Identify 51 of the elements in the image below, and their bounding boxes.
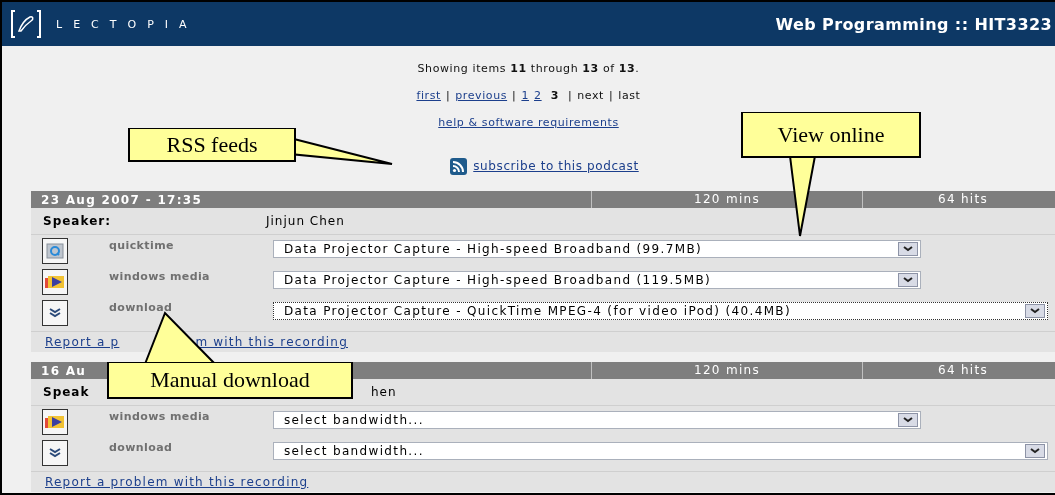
page-label: last [618,89,641,104]
recording-date: 23 Aug 2007 - 17:35 [41,192,203,207]
format-button[interactable] [42,300,68,326]
page-link[interactable]: first [416,89,441,116]
quicktime-icon [46,243,64,259]
page-link[interactable]: previous [455,89,508,116]
hits-cell: 64 hits [862,191,1055,208]
separator: | [567,89,573,104]
duration-cell: 120 mins [591,362,862,379]
format-label: download [109,440,174,454]
page-label: next [577,89,604,104]
speaker-name: hen [371,385,397,399]
report-problem-link[interactable]: m with this recording [195,335,348,349]
media-player-icon [44,274,66,290]
rss-icon [450,157,468,175]
format-button[interactable] [42,269,68,295]
speaker-label: Speak [42,385,91,399]
speaker-label: Speaker: [42,214,112,228]
items-summary: Showing items 11 through 13 of 13. [417,62,640,77]
help-link[interactable]: help & software requirements [438,116,619,154]
page-link[interactable]: 1 [521,89,529,116]
hits-cell: 64 hits [862,362,1055,379]
media-player-icon [44,414,66,430]
format-dropdown[interactable]: Data Projector Capture - QuickTime MPEG-4 (for video iPod) (40.4MB) [273,302,1048,320]
format-button[interactable] [42,409,68,435]
format-label: windows media [109,269,211,283]
recording-date: 16 Au [41,363,87,378]
format-dropdown[interactable]: select bandwidth... [273,411,921,429]
page-title: Web Programming :: HIT3323 [775,14,1052,34]
double-chevron-icon [48,448,62,458]
format-dropdown[interactable]: Data Projector Capture - High-speed Broadband (99.7MB) [273,240,921,258]
separator: | [445,89,451,104]
format-dropdown[interactable]: select bandwidth... [273,442,1048,460]
format-button[interactable] [42,440,68,466]
separator: | [512,89,517,104]
format-dropdown[interactable]: Data Projector Capture - High-speed Broadband (119.5MB) [273,271,921,289]
report-problem-link[interactable]: Report a p [45,335,120,349]
speaker-name: Jinjun Chen [266,214,345,228]
callout-label: RSS feeds [128,128,296,162]
format-label: windows media [109,409,211,423]
double-chevron-icon [48,308,62,318]
separator: | [609,89,614,104]
pen-logo-icon [10,9,42,39]
report-problem-link[interactable]: Report a problem with this recording [45,475,309,489]
current-page: 3 [550,89,559,104]
format-label: download [109,300,174,314]
page-link[interactable]: 2 [534,89,542,116]
logo-text: LECTOPIA [56,17,198,31]
format-label: quicktime [109,238,175,252]
format-button[interactable] [42,238,68,264]
subscribe-link[interactable]: subscribe to this podcast [473,159,639,173]
